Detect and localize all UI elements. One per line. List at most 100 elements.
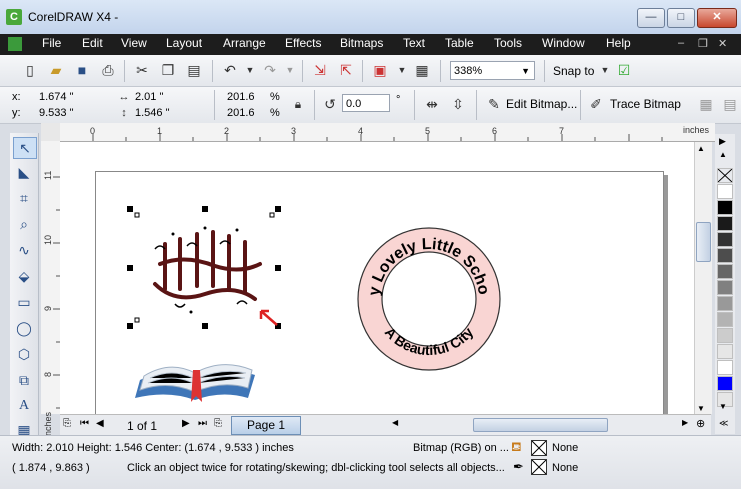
options-checklist-icon[interactable]: ☑ — [616, 62, 632, 78]
next-page-icon[interactable]: ▶ — [182, 418, 190, 429]
cut-icon[interactable]: ✂ — [134, 62, 150, 78]
pick-tool-icon[interactable]: ↖ — [13, 137, 37, 159]
menu-window[interactable]: Window — [542, 36, 585, 50]
menu-bitmaps[interactable]: Bitmaps — [340, 36, 383, 50]
add-page-after-icon[interactable]: ⎘ — [214, 418, 222, 429]
y-position-input[interactable]: 9.533 " — [36, 105, 108, 121]
palette-swatch[interactable] — [717, 376, 733, 391]
menu-help[interactable]: Help — [606, 36, 631, 50]
document-icon[interactable] — [8, 37, 22, 51]
palette-flyout-icon[interactable]: ▶ — [719, 136, 726, 147]
palette-swatch[interactable] — [717, 232, 733, 247]
navigator-zoom-icon[interactable]: ⊕ — [696, 417, 705, 430]
redo-icon[interactable]: ↷ — [262, 62, 278, 78]
no-color-swatch[interactable] — [717, 168, 733, 183]
freehand-tool-icon[interactable]: ∿ — [13, 240, 35, 260]
vertical-scrollbar[interactable] — [694, 142, 712, 414]
vertical-scroll-thumb[interactable] — [696, 222, 711, 262]
basic-shapes-tool-icon[interactable]: ⧉ — [13, 370, 35, 390]
text-tool-icon[interactable]: A — [13, 396, 35, 416]
outline-none-swatch[interactable] — [531, 459, 547, 475]
circular-text-ring[interactable]: My Lovely Little School A Beautiful City — [343, 213, 515, 385]
import-icon[interactable]: ⇲ — [312, 62, 328, 78]
palette-scroll-up-icon[interactable]: ▲ — [719, 150, 727, 159]
smart-fill-tool-icon[interactable]: ⬙ — [13, 266, 35, 286]
doc-restore-icon[interactable]: ❐ — [698, 37, 708, 50]
palette-swatch[interactable] — [717, 248, 733, 263]
rotation-input[interactable]: 0.0 — [342, 94, 390, 112]
resample-icon[interactable]: ▤ — [722, 96, 738, 112]
last-page-icon[interactable]: ⏭ — [198, 418, 207, 429]
first-page-icon[interactable]: ⏮ — [80, 418, 89, 429]
snap-dropdown-icon[interactable]: ▼ — [597, 62, 613, 78]
maximize-button[interactable]: □ — [667, 8, 695, 28]
palette-swatch[interactable] — [717, 200, 733, 215]
mirror-vertical-icon[interactable]: ⇳ — [450, 96, 466, 112]
open-folder-icon[interactable]: ▰ — [48, 62, 64, 78]
redo-dropdown-icon[interactable]: ▼ — [282, 62, 298, 78]
scroll-right-icon[interactable]: ▶ — [682, 418, 688, 427]
palette-scroll-down-icon[interactable]: ▼ — [719, 402, 727, 411]
scroll-down-icon[interactable]: ▼ — [697, 404, 705, 413]
copy-icon[interactable]: ❐ — [160, 62, 176, 78]
palette-swatch[interactable] — [717, 312, 733, 327]
print-icon[interactable]: ⎙ — [100, 62, 116, 78]
menu-effects[interactable]: Effects — [285, 36, 321, 50]
palette-swatch[interactable] — [717, 184, 733, 199]
doc-close-icon[interactable]: ✕ — [718, 37, 727, 50]
menu-file[interactable]: File — [42, 36, 61, 50]
menu-table[interactable]: Table — [445, 36, 474, 50]
welcome-screen-icon[interactable]: ▦ — [414, 62, 430, 78]
fill-none-swatch[interactable] — [531, 440, 547, 456]
shape-tool-icon[interactable]: ◣ — [13, 162, 35, 182]
launcher-dropdown-icon[interactable]: ▼ — [394, 62, 410, 78]
palette-swatch[interactable] — [717, 216, 733, 231]
horizontal-scroll-thumb[interactable] — [473, 418, 608, 432]
x-position-input[interactable]: 1.674 " — [36, 89, 108, 105]
menu-layout[interactable]: Layout — [166, 36, 202, 50]
undo-dropdown-icon[interactable]: ▼ — [242, 62, 258, 78]
menu-text[interactable]: Text — [403, 36, 425, 50]
palette-swatch[interactable] — [717, 280, 733, 295]
minimize-button[interactable]: — — [637, 8, 665, 28]
doc-minimize-icon[interactable]: – — [678, 37, 684, 49]
menu-arrange[interactable]: Arrange — [223, 36, 266, 50]
add-page-before-icon[interactable]: ⎘ — [63, 418, 71, 429]
zoom-tool-icon[interactable]: ⌕ — [13, 214, 35, 234]
palette-swatch[interactable] — [717, 360, 733, 375]
scale-height-input[interactable]: 201.6 — [224, 105, 264, 121]
open-book-clipart[interactable] — [130, 340, 265, 405]
trace-bitmap-icon[interactable]: ✐ — [588, 96, 604, 112]
export-icon[interactable]: ⇱ — [338, 62, 354, 78]
palette-swatch[interactable] — [717, 264, 733, 279]
snap-to-button[interactable]: Snap to — [553, 64, 594, 78]
ruler-origin[interactable] — [41, 123, 61, 142]
height-input[interactable]: 1.546 " — [132, 105, 206, 121]
ellipse-tool-icon[interactable]: ◯ — [13, 318, 35, 338]
palette-swatch[interactable] — [717, 296, 733, 311]
page-tab[interactable]: Page 1 — [231, 416, 301, 435]
save-icon[interactable]: ■ — [74, 62, 90, 78]
scale-width-input[interactable]: 201.6 — [224, 89, 264, 105]
rectangle-tool-icon[interactable]: ▭ — [13, 292, 35, 312]
menu-view[interactable]: View — [121, 36, 147, 50]
lock-ratio-icon[interactable]: 🔒︎ — [290, 96, 306, 112]
menu-tools[interactable]: Tools — [494, 36, 522, 50]
edit-bitmap-button[interactable]: Edit Bitmap... — [506, 97, 577, 111]
mirror-horizontal-icon[interactable]: ⇹ — [424, 96, 440, 112]
scroll-up-icon[interactable]: ▲ — [697, 144, 705, 153]
palette-swatch[interactable] — [717, 328, 733, 343]
new-document-icon[interactable]: ▯ — [22, 62, 38, 78]
palette-swatch[interactable] — [717, 344, 733, 359]
edit-bitmap-icon[interactable]: ✎ — [486, 96, 502, 112]
menu-edit[interactable]: Edit — [82, 36, 103, 50]
previous-page-icon[interactable]: ◀ — [96, 418, 104, 429]
paste-icon[interactable]: ▤ — [186, 62, 202, 78]
palette-expand-icon[interactable]: ≪ — [719, 418, 728, 429]
crop-tool-icon[interactable]: ⌗ — [13, 188, 35, 208]
undo-icon[interactable]: ↶ — [222, 62, 238, 78]
trace-bitmap-button[interactable]: Trace Bitmap — [610, 97, 681, 111]
application-launcher-icon[interactable]: ▣ — [372, 62, 388, 78]
width-input[interactable]: 2.01 " — [132, 89, 206, 105]
crop-bitmap-icon[interactable]: ▦ — [698, 96, 714, 112]
